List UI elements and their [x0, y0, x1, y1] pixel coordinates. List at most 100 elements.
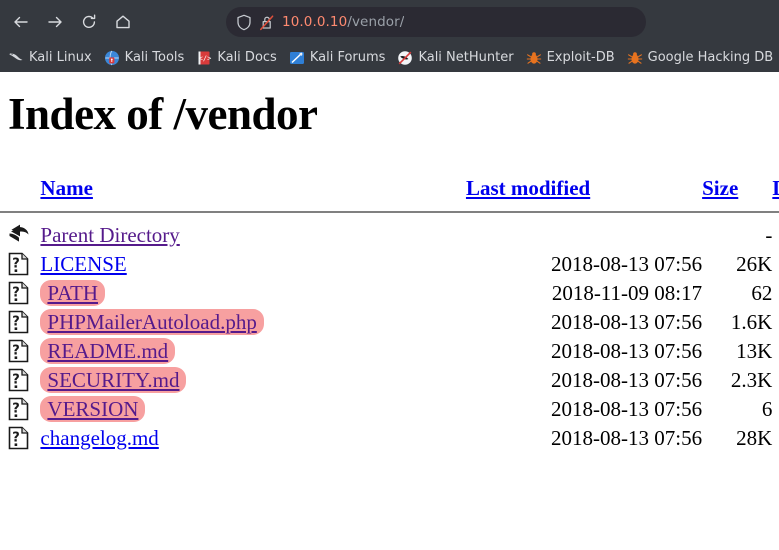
row-description-cell — [772, 308, 779, 337]
kali-docs-book-icon: </> — [198, 51, 212, 64]
bookmark-kali-tools[interactable]: Kali Tools — [98, 48, 191, 68]
file-link[interactable]: LICENSE — [40, 252, 126, 276]
row-description-cell — [772, 250, 779, 279]
row-description-cell — [772, 221, 779, 250]
table-body: Parent Directory - ? LICENSE 2018-08-13 … — [0, 221, 779, 451]
row-name-cell[interactable]: PHPMailerAutoload.php — [40, 308, 466, 337]
row-description-cell — [772, 395, 779, 424]
row-name-cell[interactable]: Parent Directory — [40, 221, 466, 250]
bookmark-label: Exploit-DB — [546, 50, 615, 65]
lock-crossed-insecure-icon[interactable] — [259, 14, 275, 31]
bookmark-kali-forums[interactable]: Kali Forums — [283, 48, 392, 68]
forward-button[interactable] — [38, 5, 72, 39]
row-icon-cell: ? — [0, 250, 40, 279]
home-button[interactable] — [106, 5, 140, 39]
bookmark-label: Google Hacking DB — [647, 50, 774, 65]
url-text[interactable]: 10.0.0.10/vendor/ — [282, 14, 404, 30]
page-title: Index of /vendor — [8, 89, 318, 139]
browser-toolbar: 10.0.0.10/vendor/ — [0, 0, 779, 44]
row-icon-cell: ? — [0, 424, 40, 451]
file-link[interactable]: README.md — [40, 337, 176, 364]
file-link[interactable]: Parent Directory — [40, 223, 179, 247]
unknown-file-icon: ? — [8, 426, 29, 450]
forward-arrow-icon — [48, 16, 62, 28]
unknown-file-icon: ? — [8, 252, 29, 276]
row-date-cell: 2018-08-13 07:56 — [551, 309, 703, 334]
file-link[interactable]: PATH — [40, 279, 106, 306]
table-row[interactable]: Parent Directory - — [0, 221, 779, 250]
apache-directory-index: Index of /vendor Name Last modified Size… — [0, 72, 779, 550]
unknown-file-icon: ? — [8, 281, 29, 305]
unknown-file-icon: ? — [8, 339, 29, 363]
row-size-cell: 26K — [736, 251, 773, 276]
horizontal-rule — [0, 210, 779, 213]
url-path: /vendor/ — [347, 14, 405, 30]
row-date-cell: 2018-08-13 07:56 — [551, 338, 703, 363]
row-date-cell: 2018-11-09 08:17 — [551, 280, 703, 305]
row-size-cell: - — [765, 222, 773, 247]
column-header-description[interactable]: Des — [772, 176, 779, 207]
back-arrow-icon — [14, 16, 28, 28]
table-row[interactable]: ? PATH 2018-11-09 08:17 62 — [0, 279, 779, 308]
row-size-cell: 13K — [736, 338, 773, 363]
row-date-cell: 2018-08-13 07:56 — [551, 396, 703, 421]
sort-by-date-link[interactable]: Last modified — [466, 176, 590, 200]
bookmark-google-hacking-db[interactable]: Google Hacking DB — [621, 48, 779, 68]
column-header-name[interactable]: Name — [40, 176, 466, 207]
bookmark-kali-linux[interactable]: Kali Linux — [2, 48, 98, 68]
row-date-cell: 2018-08-13 07:56 — [551, 425, 703, 450]
directory-listing-table: Name Last modified Size Des — [0, 176, 779, 451]
row-name-cell[interactable]: PATH — [40, 279, 466, 308]
sort-by-size-link[interactable]: Size — [702, 176, 738, 200]
row-icon-cell: ? — [0, 308, 40, 337]
file-link[interactable]: PHPMailerAutoload.php — [40, 308, 264, 335]
svg-text:?: ? — [12, 344, 20, 359]
address-bar[interactable]: 10.0.0.10/vendor/ — [226, 7, 646, 37]
shield-icon[interactable] — [236, 14, 252, 31]
table-row[interactable]: ? LICENSE 2018-08-13 07:56 26K — [0, 250, 779, 279]
table-row[interactable]: ? changelog.md 2018-08-13 07:56 28K — [0, 424, 779, 451]
row-size-cell: 2.3K — [730, 367, 773, 392]
exploit-db-bug-icon — [526, 51, 541, 64]
column-header-size[interactable]: Size — [702, 176, 772, 207]
row-icon-cell: ? — [0, 337, 40, 366]
bookmark-kali-nethunter[interactable]: Kali NetHunter — [391, 48, 519, 68]
unknown-file-icon: ? — [8, 397, 29, 421]
row-name-cell[interactable]: VERSION — [40, 395, 466, 424]
svg-text:?: ? — [12, 402, 20, 417]
bookmark-label: Kali NetHunter — [418, 50, 514, 65]
header-divider-row — [0, 207, 779, 221]
svg-text:?: ? — [12, 373, 20, 388]
row-icon-cell: ? — [0, 366, 40, 395]
kali-tools-globe-icon — [104, 50, 119, 65]
bookmark-kali-docs[interactable]: </> Kali Docs — [190, 48, 283, 68]
bookmarks-bar: Kali Linux Kali Tools </> Kali Docs Kali… — [0, 44, 779, 72]
table-row[interactable]: ? SECURITY.md 2018-08-13 07:56 2.3K — [0, 366, 779, 395]
google-hacking-db-bug-icon — [627, 51, 642, 64]
reload-button[interactable] — [72, 5, 106, 39]
table-row[interactable]: ? VERSION 2018-08-13 07:56 6 — [0, 395, 779, 424]
kali-nethunter-icon — [398, 50, 413, 65]
row-name-cell[interactable]: LICENSE — [40, 250, 466, 279]
row-date-cell — [466, 221, 702, 250]
sort-by-name-link[interactable]: Name — [40, 176, 92, 200]
table-header-row: Name Last modified Size Des — [0, 176, 779, 207]
row-name-cell[interactable]: README.md — [40, 337, 466, 366]
file-link[interactable]: changelog.md — [40, 426, 158, 450]
row-description-cell — [772, 337, 779, 366]
row-name-cell[interactable]: changelog.md — [40, 424, 466, 451]
row-size-cell: 28K — [736, 425, 773, 450]
file-link[interactable]: SECURITY.md — [40, 366, 187, 393]
file-link[interactable]: VERSION — [40, 395, 146, 422]
sort-by-description-link[interactable]: Des — [772, 176, 779, 200]
row-description-cell — [772, 279, 779, 308]
table-row[interactable]: ? PHPMailerAutoload.php 2018-08-13 07:56… — [0, 308, 779, 337]
row-name-cell[interactable]: SECURITY.md — [40, 366, 466, 395]
bookmark-exploit-db[interactable]: Exploit-DB — [520, 48, 621, 68]
table-row[interactable]: ? README.md 2018-08-13 07:56 13K — [0, 337, 779, 366]
back-button[interactable] — [4, 5, 38, 39]
column-header-last-modified[interactable]: Last modified — [466, 176, 702, 207]
back-directory-icon — [9, 224, 29, 242]
svg-text:?: ? — [12, 315, 20, 330]
address-bar-container: 10.0.0.10/vendor/ — [226, 7, 646, 37]
